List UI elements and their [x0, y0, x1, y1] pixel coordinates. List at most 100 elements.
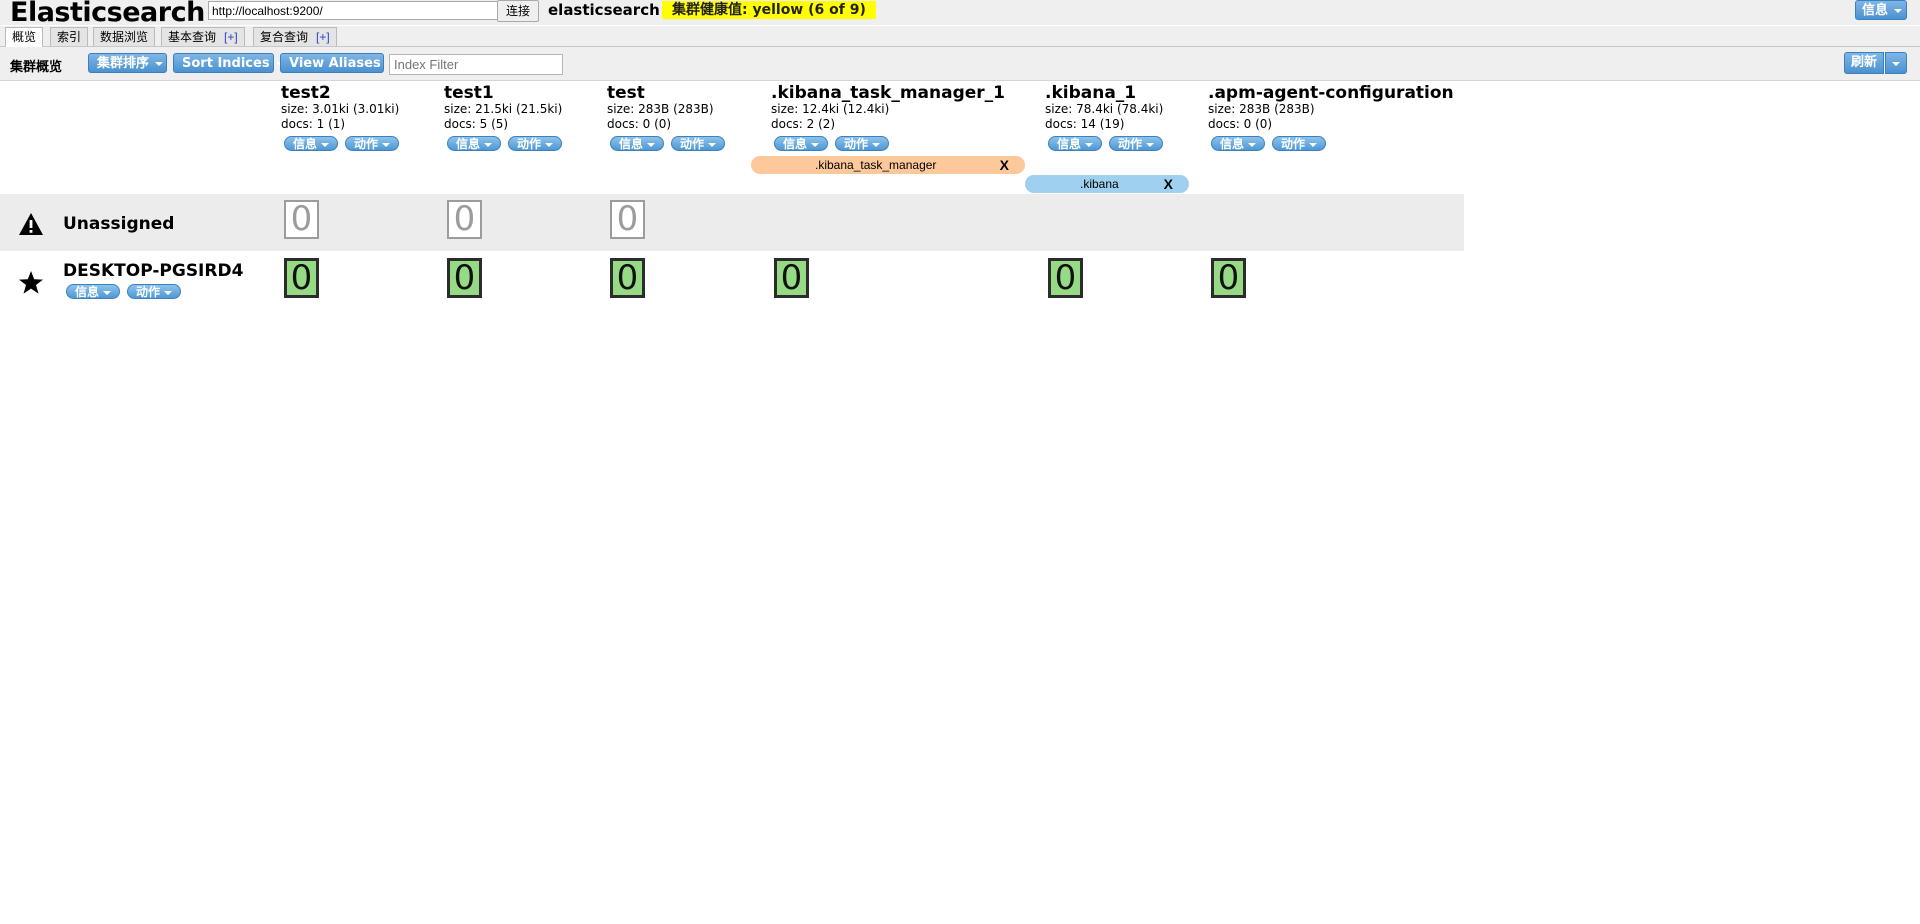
index-action-button[interactable]: 动作 — [1109, 136, 1164, 151]
node-shard[interactable]: 0 — [774, 258, 809, 298]
node-info-button[interactable]: 信息 — [66, 284, 121, 299]
index-docs: docs: 5 (5) — [444, 117, 509, 131]
tab-compound-query-plus[interactable]: [+] — [316, 30, 330, 44]
index-name: .kibana_1 — [1045, 83, 1137, 103]
alias-name: .kibana — [1080, 177, 1119, 191]
chevron-down-icon — [484, 142, 493, 147]
index-action-label: 动作 — [680, 137, 705, 151]
sort-indices-button[interactable]: Sort Indices — [173, 53, 284, 73]
chevron-down-icon — [1894, 8, 1903, 13]
index-info-label: 信息 — [783, 137, 808, 151]
index-info-button[interactable]: 信息 — [284, 136, 339, 151]
chevron-down-icon — [1146, 142, 1155, 147]
unassigned-shard[interactable]: 0 — [284, 200, 319, 239]
index-info-button[interactable]: 信息 — [1211, 136, 1266, 151]
connect-button[interactable]: 连接 — [497, 0, 539, 22]
refresh-options-button[interactable] — [1885, 52, 1907, 74]
tab-overview-label: 概览 — [12, 30, 37, 44]
tab-indices-label: 索引 — [57, 30, 82, 44]
app-title: Elasticsearch — [10, 0, 205, 28]
index-info-label: 信息 — [293, 137, 318, 151]
index-info-button[interactable]: 信息 — [774, 136, 829, 151]
chevron-down-icon — [164, 290, 173, 295]
warning-icon — [19, 213, 43, 235]
tab-indices[interactable]: 索引 — [50, 27, 89, 46]
tab-browser[interactable]: 数据浏览 — [93, 27, 156, 46]
alias-kibana-task-manager: .kibana_task_manager X — [751, 156, 1025, 174]
index-size: size: 21.5ki (21.5ki) — [444, 102, 563, 116]
index-info-button[interactable]: 信息 — [447, 136, 502, 151]
chevron-down-icon — [647, 142, 656, 147]
tab-compound-query[interactable]: 复合查询 [+] — [253, 27, 337, 46]
chevron-down-icon — [1085, 142, 1094, 147]
unassigned-shard[interactable]: 0 — [447, 200, 482, 239]
view-aliases-label: View Aliases — [289, 56, 381, 71]
tab-overview[interactable]: 概览 — [5, 27, 44, 47]
tab-basic-query[interactable]: 基本查询 [+] — [161, 27, 245, 46]
chevron-down-icon — [872, 142, 881, 147]
node-action-button[interactable]: 动作 — [127, 284, 182, 299]
info-menu-label: 信息 — [1862, 3, 1889, 18]
index-action-button[interactable]: 动作 — [345, 136, 400, 151]
refresh-button[interactable]: 刷新 — [1844, 52, 1884, 74]
index-name: test — [607, 83, 645, 103]
sort-cluster-button[interactable]: 集群排序 — [88, 53, 167, 73]
cluster-overview-label: 集群概览 — [10, 59, 63, 74]
index-info-button[interactable]: 信息 — [1048, 136, 1103, 151]
index-size: size: 78.4ki (78.4ki) — [1045, 102, 1164, 116]
alias-name: .kibana_task_manager — [815, 158, 937, 172]
node-shard[interactable]: 0 — [610, 258, 645, 298]
info-menu-button[interactable]: 信息 — [1855, 0, 1907, 20]
index-name: test2 — [281, 83, 331, 103]
index-docs: docs: 0 (0) — [1208, 117, 1273, 131]
unassigned-label: Unassigned — [63, 214, 175, 234]
index-info-label: 信息 — [1057, 137, 1082, 151]
chevron-down-icon — [708, 142, 717, 147]
index-action-label: 动作 — [1281, 137, 1306, 151]
index-info-label: 信息 — [456, 137, 481, 151]
chevron-down-icon — [1309, 142, 1318, 147]
cluster-health-badge: 集群健康值: yellow (6 of 9) — [662, 1, 876, 19]
node-name: DESKTOP-PGSIRD4 — [63, 261, 244, 281]
index-docs: docs: 14 (19) — [1045, 117, 1125, 131]
chevron-down-icon — [103, 290, 112, 295]
index-action-label: 动作 — [517, 137, 542, 151]
index-size: size: 12.4ki (12.4ki) — [771, 102, 890, 116]
chevron-down-icon — [155, 61, 164, 66]
index-action-button[interactable]: 动作 — [1272, 136, 1327, 151]
node-shard[interactable]: 0 — [447, 258, 482, 298]
view-aliases-button[interactable]: View Aliases — [280, 53, 395, 73]
tab-basic-query-plus[interactable]: [+] — [224, 30, 238, 44]
star-icon — [19, 271, 43, 294]
remove-alias-button[interactable]: X — [1000, 156, 1009, 174]
index-size: size: 3.01ki (3.01ki) — [281, 102, 400, 116]
chevron-down-icon — [1892, 61, 1900, 66]
sort-cluster-label: 集群排序 — [97, 56, 150, 71]
cluster-url-input[interactable] — [208, 1, 500, 20]
index-action-button[interactable]: 动作 — [508, 136, 563, 151]
index-name: .kibana_task_manager_1 — [771, 83, 1005, 103]
chevron-down-icon — [1248, 142, 1257, 147]
sort-indices-label: Sort Indices — [182, 56, 270, 71]
remove-alias-button[interactable]: X — [1164, 175, 1173, 193]
node-shard[interactable]: 0 — [1048, 258, 1083, 298]
index-action-button[interactable]: 动作 — [671, 136, 726, 151]
node-info-label: 信息 — [75, 285, 100, 299]
index-filter-input[interactable] — [389, 54, 563, 75]
index-info-label: 信息 — [1220, 137, 1245, 151]
index-size: size: 283B (283B) — [607, 102, 714, 116]
index-action-button[interactable]: 动作 — [835, 136, 890, 151]
index-action-label: 动作 — [1118, 137, 1143, 151]
tab-basic-query-label: 基本查询 — [168, 30, 217, 44]
index-action-label: 动作 — [844, 137, 869, 151]
index-name: .apm-agent-configuration — [1208, 83, 1454, 103]
index-info-button[interactable]: 信息 — [610, 136, 665, 151]
node-shard[interactable]: 0 — [1211, 258, 1246, 298]
index-docs: docs: 0 (0) — [607, 117, 672, 131]
index-docs: docs: 1 (1) — [281, 117, 346, 131]
unassigned-shard[interactable]: 0 — [610, 200, 645, 239]
chevron-down-icon — [382, 142, 391, 147]
node-shard[interactable]: 0 — [284, 258, 319, 298]
index-info-label: 信息 — [619, 137, 644, 151]
chevron-down-icon — [545, 142, 554, 147]
